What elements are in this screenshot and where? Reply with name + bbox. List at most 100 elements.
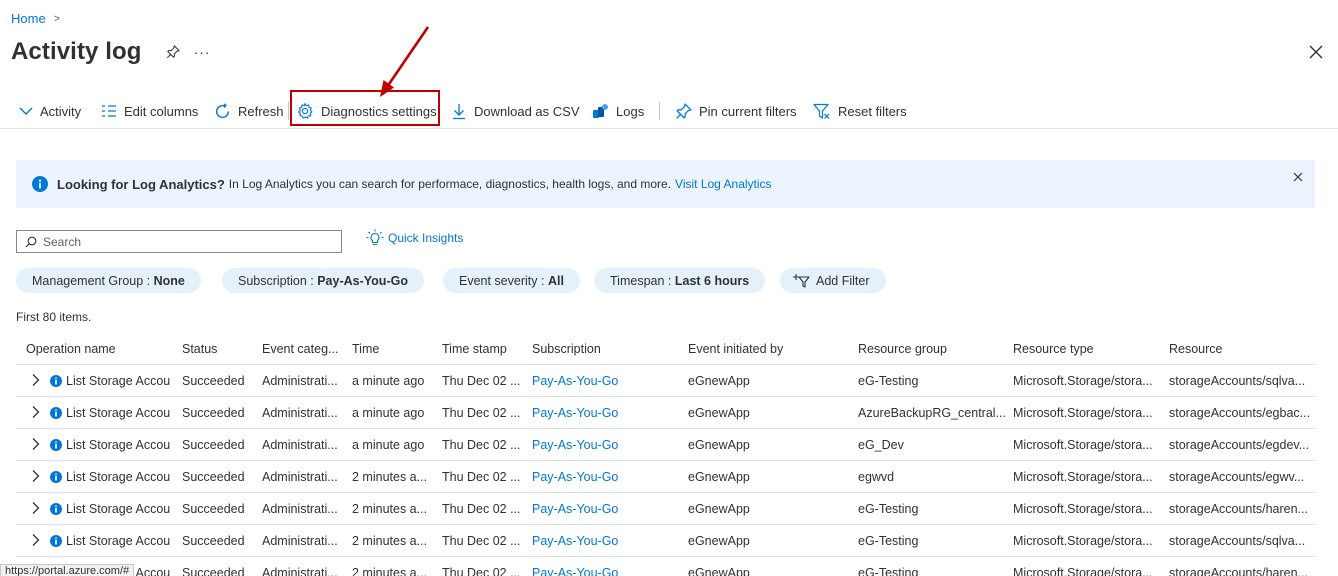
cell-event-initiated-by: eGnewApp (688, 470, 750, 484)
cell-status: Succeeded (182, 438, 245, 452)
cell-resource-type: Microsoft.Storage/stora... (1013, 406, 1153, 420)
cell-time: a minute ago (352, 438, 425, 452)
cell-operation-name: List Storage Accou (66, 374, 171, 388)
cell-operation-name: List Storage Accou (66, 502, 171, 516)
breadcrumb-home-link[interactable]: Home (11, 11, 46, 26)
filter-pill-event-severity[interactable]: Event severity : All (443, 268, 580, 293)
cell-event-initiated-by: eGnewApp (688, 438, 750, 452)
table-row[interactable]: List Storage AccouSucceededAdministrati.… (16, 493, 1315, 525)
column-header-event-category[interactable]: Event categ... (262, 342, 338, 356)
cell-time-stamp: Thu Dec 02 ... (442, 566, 521, 576)
filter-label: Subscription : (238, 273, 314, 288)
table-row[interactable]: List Storage AccouSucceededAdministrati.… (16, 557, 1315, 576)
table-row[interactable]: List Storage AccouSucceededAdministrati.… (16, 429, 1315, 461)
filter-pill-subscription[interactable]: Subscription : Pay-As-You-Go (222, 268, 424, 293)
page-title: Activity log (11, 38, 142, 65)
search-input[interactable] (43, 234, 333, 249)
cell-subscription[interactable]: Pay-As-You-Go (532, 470, 618, 484)
chevron-right-icon[interactable] (30, 469, 42, 483)
chevron-right-icon[interactable] (30, 373, 42, 387)
info-icon (50, 471, 62, 483)
edit-columns-button[interactable]: Edit columns (101, 100, 198, 122)
cell-operation-name: List Storage Accou (66, 406, 171, 420)
info-icon (50, 535, 62, 547)
cell-resource-group: egwvd (858, 470, 895, 484)
add-filter-button[interactable]: Add Filter (780, 268, 886, 293)
cell-subscription[interactable]: Pay-As-You-Go (532, 406, 618, 420)
toolbar-divider (288, 102, 289, 120)
download-csv-button[interactable]: Download as CSV (451, 100, 580, 122)
refresh-label: Refresh (238, 103, 284, 119)
chevron-right-icon[interactable] (30, 405, 42, 419)
download-icon (453, 103, 465, 119)
chevron-down-icon (19, 107, 33, 115)
column-header-resource-type[interactable]: Resource type (1013, 342, 1094, 356)
cell-subscription[interactable]: Pay-As-You-Go (532, 502, 618, 516)
column-header-status[interactable]: Status (182, 342, 217, 356)
cell-resource-group: eG-Testing (858, 534, 919, 548)
cell-status: Succeeded (182, 502, 245, 516)
cell-resource-group: eG-Testing (858, 502, 919, 516)
column-header-resource-group[interactable]: Resource group (858, 342, 947, 356)
chevron-right-icon[interactable] (30, 501, 42, 515)
cell-time: 2 minutes a... (352, 534, 428, 548)
table-row[interactable]: List Storage AccouSucceededAdministrati.… (16, 525, 1315, 557)
activity-button[interactable]: Activity (19, 100, 81, 122)
columns-icon (102, 105, 116, 117)
column-header-resource[interactable]: Resource (1169, 342, 1223, 356)
visit-log-analytics-link[interactable]: Visit Log Analytics (675, 177, 772, 191)
cell-subscription[interactable]: Pay-As-You-Go (532, 374, 618, 388)
quick-insights-link[interactable]: Quick Insights (366, 229, 463, 247)
filter-pill-timespan[interactable]: Timespan : Last 6 hours (594, 268, 766, 293)
breadcrumb-separator: > (53, 12, 61, 25)
cell-resource: storageAccounts/egbac... (1169, 406, 1311, 420)
logs-button[interactable]: Logs (592, 100, 644, 122)
pin-current-filters-label: Pin current filters (699, 103, 797, 119)
add-filter-label: Add Filter (816, 273, 870, 288)
table-row[interactable]: List Storage AccouSucceededAdministrati.… (16, 461, 1315, 493)
cell-resource: storageAccounts/haren... (1169, 566, 1308, 576)
cell-event-category: Administrati... (262, 438, 338, 452)
reset-filters-button[interactable]: Reset filters (813, 100, 907, 122)
column-header-subscription[interactable]: Subscription (532, 342, 601, 356)
table-row[interactable]: List Storage AccouSucceededAdministrati.… (16, 397, 1315, 429)
close-icon[interactable] (1291, 170, 1305, 184)
column-header-time[interactable]: Time (352, 342, 379, 356)
pin-icon (676, 102, 692, 119)
pin-icon[interactable] (164, 43, 182, 61)
info-banner: Looking for Log Analytics? In Log Analyt… (16, 160, 1315, 208)
chevron-right-icon[interactable] (30, 437, 42, 451)
table-row[interactable]: List Storage AccouSucceededAdministrati.… (16, 365, 1315, 397)
column-header-time-stamp[interactable]: Time stamp (442, 342, 507, 356)
pin-current-filters-button[interactable]: Pin current filters (675, 100, 797, 122)
breadcrumb: Home > (11, 11, 60, 26)
toolbar-divider (659, 102, 660, 120)
filter-value: Pay-As-You-Go (317, 273, 408, 288)
status-bar-url: https://portal.azure.com/# (0, 564, 135, 576)
cell-time: 2 minutes a... (352, 566, 428, 576)
command-bar: Activity Edit columns Refresh Diagnostic… (0, 96, 1338, 129)
activity-table: Operation name Status Event categ... Tim… (16, 334, 1315, 576)
cell-resource-group: eG-Testing (858, 566, 919, 576)
filter-label: Event severity : (459, 273, 545, 288)
cell-subscription[interactable]: Pay-As-You-Go (532, 534, 618, 548)
search-icon (25, 236, 37, 247)
column-header-operation-name[interactable]: Operation name (26, 342, 116, 356)
column-header-event-initiated-by[interactable]: Event initiated by (688, 342, 783, 356)
cell-subscription[interactable]: Pay-As-You-Go (532, 438, 618, 452)
cell-subscription[interactable]: Pay-As-You-Go (532, 566, 618, 576)
activity-label: Activity (40, 103, 82, 119)
cell-event-initiated-by: eGnewApp (688, 534, 750, 548)
cell-status: Succeeded (182, 534, 245, 548)
cell-status: Succeeded (182, 470, 245, 484)
cell-time-stamp: Thu Dec 02 ... (442, 374, 521, 388)
chevron-right-icon[interactable] (30, 533, 42, 547)
cell-time-stamp: Thu Dec 02 ... (442, 406, 521, 420)
cell-status: Succeeded (182, 406, 245, 420)
filter-pill-management-group[interactable]: Management Group : None (16, 268, 201, 293)
more-options-button[interactable]: ··· (194, 44, 211, 60)
refresh-button[interactable]: Refresh (214, 100, 284, 122)
cell-event-initiated-by: eGnewApp (688, 566, 750, 576)
search-field[interactable] (16, 230, 342, 253)
close-icon[interactable] (1306, 42, 1326, 62)
